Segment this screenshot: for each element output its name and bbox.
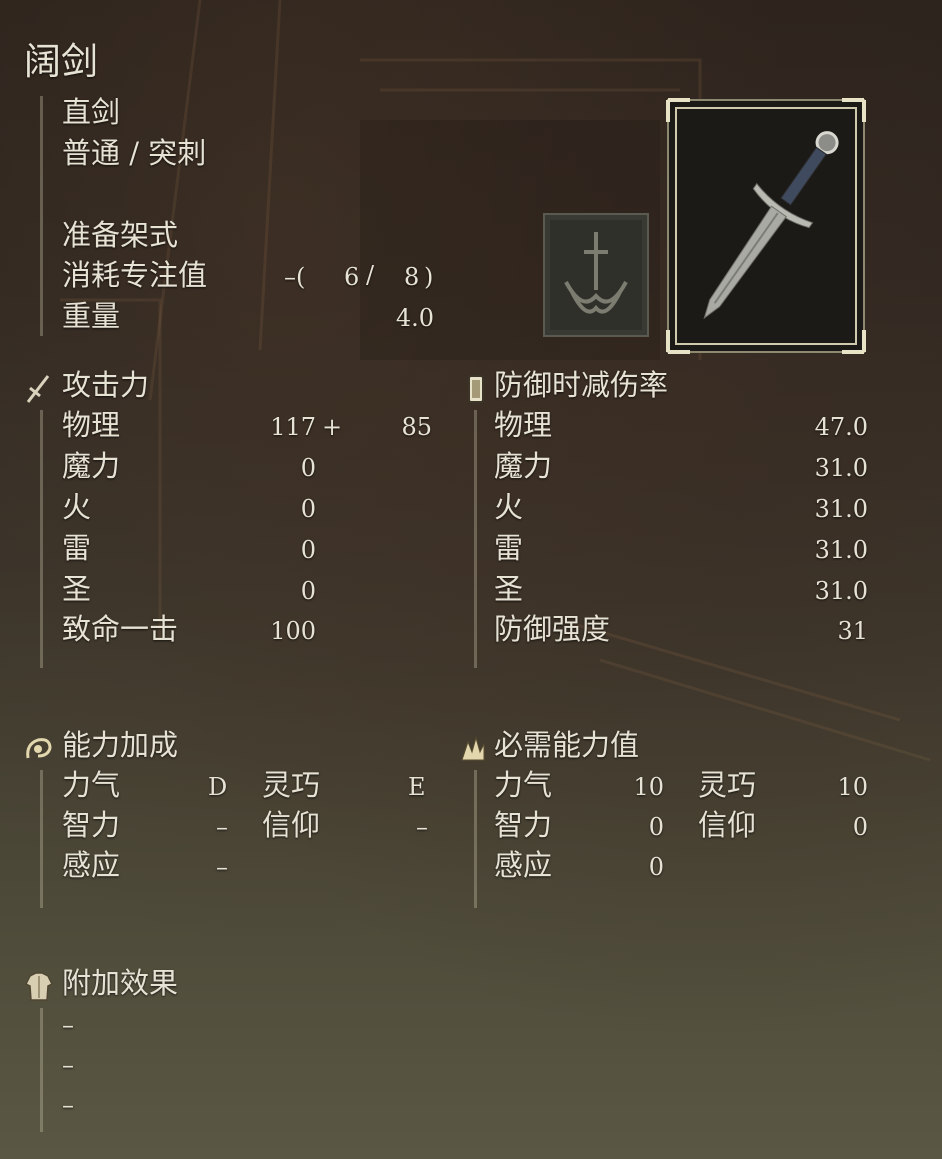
effect-item: – xyxy=(62,1091,74,1119)
attack-row-plus: + xyxy=(322,413,343,441)
scaling-label: 信仰 xyxy=(262,808,321,842)
attack-row-label: 魔力 xyxy=(62,449,121,483)
armor-icon xyxy=(24,970,54,1004)
requirement-value: 10 xyxy=(633,773,664,801)
guard-row-label: 物理 xyxy=(494,408,553,442)
attack-type: 普通 / 突刺 xyxy=(62,136,207,170)
requirement-label: 灵巧 xyxy=(698,768,757,802)
guard-row-value: 31.0 xyxy=(814,577,868,605)
fp-cost-suffix: ) xyxy=(424,263,434,291)
fp-cost-prefix: –( xyxy=(284,263,306,291)
broadsword-image-icon xyxy=(680,112,856,342)
requirements-title: 必需能力值 xyxy=(494,728,640,762)
divider-guard xyxy=(474,410,477,668)
requirement-value: 0 xyxy=(852,813,868,841)
divider-attack xyxy=(40,410,43,668)
divider-header xyxy=(40,96,43,336)
fp-cost-label: 消耗专注值 xyxy=(62,258,208,292)
attack-row-value: 117 xyxy=(270,413,316,441)
guard-row-label: 火 xyxy=(494,490,524,524)
requirement-value: 10 xyxy=(837,773,868,801)
scaling-grade: – xyxy=(416,813,428,841)
effects-title: 附加效果 xyxy=(62,966,179,1000)
fp-cost-slash: / xyxy=(366,261,375,289)
shield-icon xyxy=(466,374,486,404)
scaling-label: 智力 xyxy=(62,808,121,842)
divider-requirements xyxy=(474,770,477,908)
attack-row-value: 100 xyxy=(270,617,316,645)
requirement-label: 信仰 xyxy=(698,808,757,842)
sword-icon xyxy=(24,372,52,404)
weapon-type: 直剑 xyxy=(62,95,121,129)
scaling-grade: E xyxy=(408,773,426,801)
scaling-label: 感应 xyxy=(62,848,121,882)
guard-title: 防御时减伤率 xyxy=(494,368,669,402)
divider-scaling xyxy=(40,770,43,908)
weapon-name: 阔剑 xyxy=(24,40,98,83)
guard-row-label: 雷 xyxy=(494,531,524,565)
attack-row-value: 0 xyxy=(300,495,316,523)
effect-item: – xyxy=(62,1051,74,1079)
effect-item: – xyxy=(62,1011,74,1039)
guard-row-label: 魔力 xyxy=(494,449,553,483)
weight-value: 4.0 xyxy=(395,304,434,332)
guard-row-label: 圣 xyxy=(494,572,524,606)
guard-row-value: 31.0 xyxy=(814,495,868,523)
guard-row-label: 防御强度 xyxy=(494,612,611,646)
weight-label: 重量 xyxy=(62,299,121,333)
scaling-grade: – xyxy=(216,853,228,881)
requirement-label: 感应 xyxy=(494,848,553,882)
scaling-label: 灵巧 xyxy=(262,768,321,802)
attack-row-bonus: 85 xyxy=(401,413,432,441)
attack-row-label: 雷 xyxy=(62,531,92,565)
scaling-icon xyxy=(24,734,54,764)
skill-name: 准备架式 xyxy=(62,218,179,252)
requirement-value: 0 xyxy=(648,853,664,881)
scaling-title: 能力加成 xyxy=(62,728,179,762)
attack-row-value: 0 xyxy=(300,577,316,605)
scaling-grade: D xyxy=(208,773,228,801)
divider-effects xyxy=(40,1008,43,1132)
requirement-icon xyxy=(458,734,488,764)
attack-row-value: 0 xyxy=(300,536,316,564)
attack-row-value: 0 xyxy=(300,454,316,482)
fp-cost-value2: 8 xyxy=(404,263,420,291)
attack-row-label: 圣 xyxy=(62,572,92,606)
attack-title: 攻击力 xyxy=(62,368,150,402)
guard-row-value: 47.0 xyxy=(814,413,868,441)
guard-row-value: 31.0 xyxy=(814,454,868,482)
skill-emblem-icon xyxy=(542,212,650,338)
guard-row-value: 31 xyxy=(837,617,868,645)
scaling-grade: – xyxy=(216,813,228,841)
scaling-label: 力气 xyxy=(62,768,121,802)
requirement-label: 智力 xyxy=(494,808,553,842)
attack-row-label: 火 xyxy=(62,490,92,524)
requirement-label: 力气 xyxy=(494,768,553,802)
guard-row-value: 31.0 xyxy=(814,536,868,564)
requirement-value: 0 xyxy=(648,813,664,841)
attack-row-label: 致命一击 xyxy=(62,612,179,646)
fp-cost-value1: 6 xyxy=(344,263,360,291)
attack-row-label: 物理 xyxy=(62,408,121,442)
